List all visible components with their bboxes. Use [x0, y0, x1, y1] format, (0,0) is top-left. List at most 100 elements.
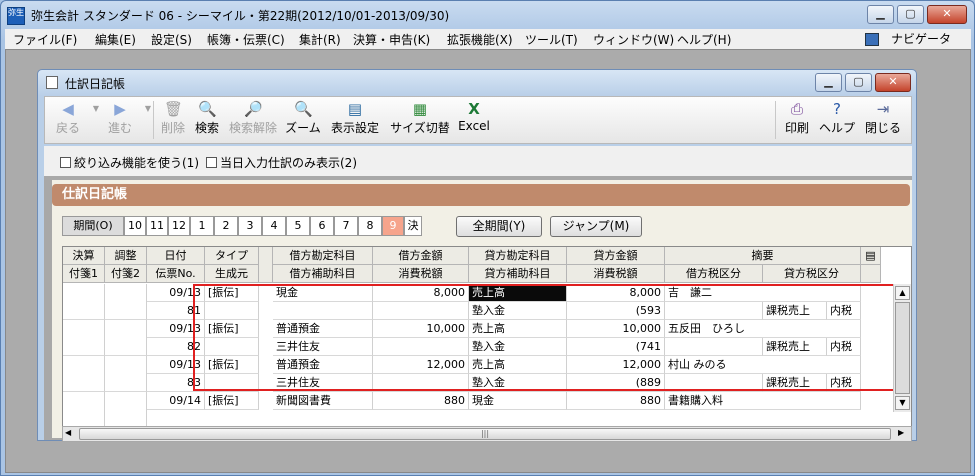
size-switch-button[interactable]: ▦ サイズ切替 — [387, 97, 453, 143]
menu-window[interactable]: ウィンドウ(W) — [593, 31, 674, 48]
period-month-1[interactable]: 1 — [190, 216, 214, 236]
period-month-3[interactable]: 3 — [238, 216, 262, 236]
memo-book-icon[interactable]: ▤ — [861, 247, 881, 265]
scroll-thumb[interactable] — [895, 302, 910, 394]
col-header-adjust[interactable]: 調整 — [105, 247, 147, 265]
col-header-credit-account[interactable]: 貸方勘定科目 — [469, 247, 567, 265]
col-header-date[interactable]: 日付 — [147, 247, 205, 265]
sticky2-cell[interactable] — [105, 392, 147, 428]
col-header-corner — [861, 265, 881, 283]
menu-tools[interactable]: ツール(T) — [525, 31, 578, 48]
sticky1-cell[interactable] — [63, 356, 105, 392]
excel-label: Excel — [458, 119, 490, 133]
col-header-debit-tax-class[interactable]: 借方税区分 — [665, 265, 763, 283]
period-month-12[interactable]: 12 — [168, 216, 190, 236]
menu-settings[interactable]: 設定(S) — [151, 31, 192, 48]
inner-maximize-icon[interactable]: ▢ — [845, 73, 872, 92]
sticky1-cell[interactable] — [63, 320, 105, 356]
menu-extensions[interactable]: 拡張機能(X) — [447, 31, 513, 48]
clear-search-button[interactable]: 🔎 検索解除 — [225, 97, 281, 143]
date-cell[interactable]: 09/14 — [147, 392, 205, 410]
period-month-10[interactable]: 10 — [124, 216, 146, 236]
printer-icon: ⎙ — [790, 100, 803, 118]
period-month-2[interactable]: 2 — [214, 216, 238, 236]
period-month-9[interactable]: 9 — [382, 216, 404, 236]
sticky2-cell[interactable] — [105, 284, 147, 320]
credit-account-cell[interactable]: 現金 — [469, 392, 567, 410]
menu-closing[interactable]: 決算・申告(K) — [353, 31, 430, 48]
forward-button[interactable]: ▶ 進む — [101, 97, 139, 143]
menu-file[interactable]: ファイル(F) — [13, 31, 77, 48]
inner-minimize-icon[interactable]: ▁ — [815, 73, 842, 92]
inner-close-icon[interactable]: ✕ — [875, 73, 911, 92]
col-header-credit-tax-class[interactable]: 貸方税区分 — [763, 265, 861, 283]
journal-grid: 決算 調整 日付 タイプ 借方勘定科目 借方金額 貸方勘定科目 貸方金額 摘要 … — [62, 246, 912, 430]
menu-books[interactable]: 帳簿・伝票(C) — [207, 31, 285, 48]
horizontal-scrollbar[interactable]: ◀ ||| ▶ — [62, 426, 912, 442]
period-closing[interactable]: 決 — [404, 216, 422, 236]
col-header-credit-sub[interactable]: 貸方補助科目 — [469, 265, 567, 283]
back-label: 戻る — [55, 121, 80, 135]
maximize-icon[interactable]: ▢ — [897, 5, 924, 24]
debit-account-cell[interactable]: 新聞図書費 — [273, 392, 373, 410]
sticky2-cell[interactable] — [105, 320, 147, 356]
memo-cell[interactable]: 書籍購入料 — [665, 392, 861, 410]
credit-amount-cell[interactable]: 880 — [567, 392, 665, 410]
col-header-credit-tax[interactable]: 消費税額 — [567, 265, 665, 283]
menu-summary[interactable]: 集計(R) — [299, 31, 341, 48]
scroll-down-icon[interactable]: ▼ — [895, 396, 910, 410]
vertical-scrollbar[interactable]: ▲ ▼ — [893, 284, 911, 412]
help-button[interactable]: ? ヘルプ — [817, 97, 857, 143]
period-month-6[interactable]: 6 — [310, 216, 334, 236]
period-month-8[interactable]: 8 — [358, 216, 382, 236]
display-settings-button[interactable]: ▤ 表示設定 — [327, 97, 383, 143]
period-month-5[interactable]: 5 — [286, 216, 310, 236]
col-header-closing[interactable]: 決算 — [63, 247, 105, 265]
checkbox-box[interactable] — [60, 157, 71, 168]
back-dropdown[interactable]: ▼ — [87, 97, 99, 143]
jump-button[interactable]: ジャンプ(M) — [550, 216, 642, 237]
period-month-11[interactable]: 11 — [146, 216, 168, 236]
close-icon[interactable]: ✕ — [927, 5, 967, 24]
col-header-slip-no[interactable]: 伝票No. — [147, 265, 205, 283]
col-header-debit-account[interactable]: 借方勘定科目 — [273, 247, 373, 265]
menu-help[interactable]: ヘルプ(H) — [677, 31, 731, 48]
debit-amount-cell[interactable]: 880 — [373, 392, 469, 410]
zoom-button[interactable]: 🔍 ズーム — [283, 97, 323, 143]
close-window-button[interactable]: ⇥ 閉じる — [861, 97, 905, 143]
col-header-credit-amount[interactable]: 貸方金額 — [567, 247, 665, 265]
today-only-checkbox[interactable]: 当日入力仕訳のみ表示(2) — [206, 154, 357, 171]
sticky1-cell[interactable] — [63, 392, 105, 428]
col-header-source[interactable]: 生成元 — [205, 265, 259, 283]
minimize-icon[interactable]: ▁ — [867, 5, 894, 24]
delete-button[interactable]: 🗑 削除 — [157, 97, 189, 143]
col-header-sticky1[interactable]: 付箋1 — [63, 265, 105, 283]
excel-button[interactable]: X Excel — [455, 97, 493, 143]
period-month-4[interactable]: 4 — [262, 216, 286, 236]
col-header-memo[interactable]: 摘要 — [665, 247, 861, 265]
menu-edit[interactable]: 編集(E) — [95, 31, 136, 48]
filter-checkbox[interactable]: 絞り込み機能を使う(1) — [60, 154, 199, 171]
period-month-7[interactable]: 7 — [334, 216, 358, 236]
col-header-debit-sub[interactable]: 借方補助科目 — [273, 265, 373, 283]
search-button[interactable]: 🔍 検索 — [191, 97, 223, 143]
back-button[interactable]: ◀ 戻る — [49, 97, 87, 143]
display-settings-label: 表示設定 — [330, 121, 379, 135]
checkbox-box[interactable] — [206, 157, 217, 168]
horizontal-scroll-thumb[interactable]: ||| — [79, 428, 891, 440]
type-cell[interactable]: [振伝] — [205, 392, 259, 410]
forward-label: 進む — [107, 121, 132, 135]
forward-dropdown[interactable]: ▼ — [139, 97, 151, 143]
sticky1-cell[interactable] — [63, 284, 105, 320]
scroll-up-icon[interactable]: ▲ — [895, 286, 910, 300]
navigator-button[interactable]: ナビゲータ — [864, 30, 951, 47]
sticky2-cell[interactable] — [105, 356, 147, 392]
col-header-type[interactable]: タイプ — [205, 247, 259, 265]
scroll-right-icon[interactable]: ▶ — [898, 428, 904, 437]
print-button[interactable]: ⎙ 印刷 — [781, 97, 813, 143]
col-header-debit-amount[interactable]: 借方金額 — [373, 247, 469, 265]
all-period-button[interactable]: 全期間(Y) — [456, 216, 542, 237]
scroll-left-icon[interactable]: ◀ — [65, 428, 71, 437]
col-header-debit-tax[interactable]: 消費税額 — [373, 265, 469, 283]
col-header-sticky2[interactable]: 付箋2 — [105, 265, 147, 283]
